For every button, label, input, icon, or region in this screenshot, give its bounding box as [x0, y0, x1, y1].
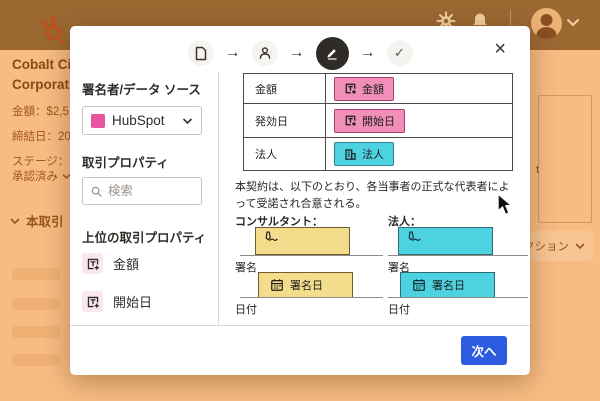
date-label: 日付	[388, 304, 410, 316]
tag-label: 開始日	[362, 115, 395, 128]
field-table: 金額 金額 発効日 開始日 法人 法人	[243, 73, 513, 171]
table-row: 法人 法人	[244, 138, 512, 171]
calendar-icon	[413, 279, 425, 291]
signature-line	[388, 255, 528, 256]
agreement-text: 本契約は、以下のとおり、各当事者の正式な代表者によって受諾され合意される。	[235, 181, 510, 210]
avatar[interactable]	[531, 8, 562, 39]
deal-company-name: Cobalt Ci Corporati	[12, 57, 73, 92]
signer-source-heading: 署名者/データ ソース	[82, 83, 201, 97]
actions-dropdown[interactable]: クション	[519, 231, 593, 261]
row-label: 金額	[244, 74, 326, 103]
step-document[interactable]	[187, 40, 214, 66]
chevron-down-icon	[182, 117, 193, 124]
step-recipients[interactable]	[251, 40, 278, 66]
tag-label: 法人	[362, 149, 384, 161]
field-tag-start-date[interactable]: 開始日	[334, 108, 405, 133]
deal-stage-label: ステージ：	[12, 156, 70, 168]
document-icon	[195, 46, 206, 60]
arrow-icon: →	[359, 44, 376, 61]
chevron-down-icon	[10, 217, 20, 224]
calendar-icon	[271, 279, 283, 291]
tag-label: 金額	[362, 83, 384, 96]
signature-setup-dialog: → → → ✓ × 署名者/データ ソース HubSpot 取引プロパティ 検索…	[70, 26, 530, 375]
property-search[interactable]	[82, 177, 202, 205]
arrow-icon: →	[224, 44, 241, 61]
mouse-cursor	[497, 193, 514, 216]
panel-divider	[218, 72, 219, 325]
screen: Cobalt Ci Corporati 金額：$2,5 締結日：20 ステージ：…	[0, 0, 600, 401]
signature-field-company[interactable]	[398, 227, 493, 255]
field-tag-company[interactable]: 法人	[334, 142, 394, 166]
arrow-icon: →	[288, 44, 305, 61]
sign-label: 署名	[235, 262, 257, 274]
signature-field-consultant[interactable]	[255, 227, 350, 255]
search-icon	[91, 186, 102, 197]
data-source-value: HubSpot	[112, 113, 165, 128]
field-tag-amount[interactable]: 金額	[334, 76, 394, 101]
top-properties-heading: 上位の取引プロパティ	[82, 231, 207, 245]
background-card	[538, 95, 592, 223]
step-fields-active[interactable]	[315, 36, 349, 70]
deal-close-date: 締結日：20	[12, 131, 71, 143]
deal-properties-heading: 取引プロパティ	[82, 156, 169, 170]
section-toggle-deal[interactable]: 本取引	[10, 211, 64, 230]
text-plus-icon	[82, 253, 103, 274]
skeleton-row	[12, 268, 60, 280]
pen-icon	[408, 231, 421, 242]
tag-label: 署名日	[290, 280, 323, 292]
skeleton-row	[12, 354, 60, 366]
next-button[interactable]: 次へ	[461, 336, 507, 365]
table-row: 発効日 開始日	[244, 104, 512, 138]
text-plus-icon	[82, 291, 103, 312]
search-input[interactable]	[107, 184, 193, 198]
deal-amount: 金額：$2,5	[12, 106, 69, 118]
property-label: 開始日	[113, 295, 153, 310]
chevron-down-icon[interactable]	[566, 18, 580, 28]
date-line	[388, 297, 528, 298]
date-signed-field-consultant[interactable]: 署名日	[258, 272, 353, 298]
background-card-text: t	[536, 164, 540, 176]
text-plus-icon	[345, 115, 356, 126]
check-icon: ✓	[394, 45, 405, 60]
property-item-amount[interactable]: 金額	[82, 253, 139, 274]
table-row: 金額 金額	[244, 74, 512, 104]
stepper: → → → ✓	[70, 35, 530, 71]
tag-label: 署名日	[432, 280, 465, 292]
skeleton-row	[12, 298, 60, 310]
chevron-down-icon	[575, 243, 585, 250]
row-label: 発効日	[244, 104, 326, 137]
step-review[interactable]: ✓	[386, 40, 413, 66]
text-plus-icon	[345, 83, 356, 94]
close-button[interactable]: ×	[494, 39, 506, 59]
building-icon	[345, 148, 356, 160]
property-label: 金額	[113, 257, 140, 272]
hubspot-logo-icon[interactable]	[37, 15, 69, 47]
skeleton-row	[12, 326, 60, 338]
date-signed-field-company[interactable]: 署名日	[400, 272, 495, 298]
footer-divider	[70, 325, 530, 326]
color-swatch	[91, 113, 105, 128]
avatar-image	[536, 14, 557, 39]
pencil-icon	[327, 49, 337, 60]
data-source-select[interactable]: HubSpot	[82, 106, 202, 135]
row-label: 法人	[244, 138, 326, 170]
person-icon	[259, 47, 270, 59]
date-line	[240, 297, 383, 298]
pen-icon	[265, 231, 278, 242]
deal-stage-value[interactable]: 承認済み	[12, 168, 71, 184]
signature-line	[240, 255, 383, 256]
property-item-start-date[interactable]: 開始日	[82, 291, 152, 312]
date-label: 日付	[235, 304, 257, 316]
